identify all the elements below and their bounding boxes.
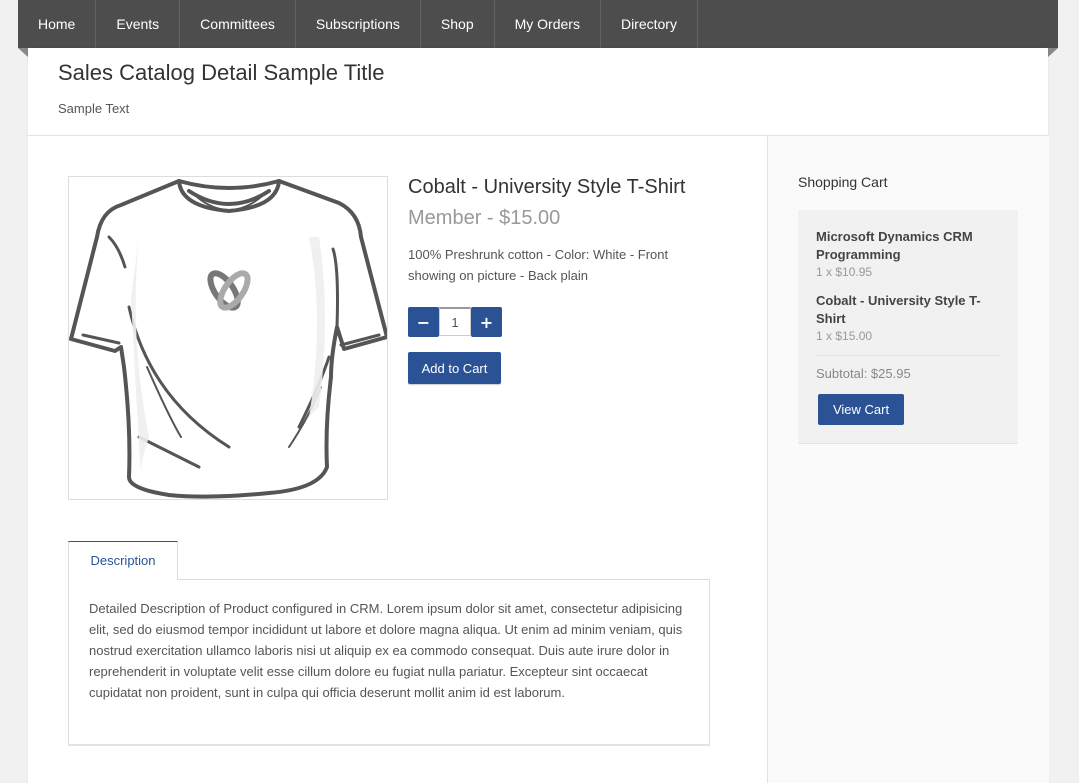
cart-title: Shopping Cart (798, 174, 888, 190)
quantity-stepper: − + (408, 307, 502, 337)
add-to-cart-button[interactable]: Add to Cart (408, 352, 501, 384)
product-name: Cobalt - University Style T-Shirt (408, 176, 686, 198)
cart-item-qty-price: 1 x $15.00 (816, 329, 873, 343)
description-panel: Detailed Description of Product configur… (68, 579, 710, 746)
product-tabs: Description Detailed Description of Prod… (68, 540, 710, 746)
cart-divider (816, 355, 1000, 356)
product-price: Member - $15.00 (408, 207, 561, 229)
page-container: Sales Catalog Detail Sample Title Sample… (28, 48, 1049, 783)
cart-item: Cobalt - University Style T-Shirt 1 x $1… (816, 292, 996, 345)
t-shirt-icon (69, 179, 389, 499)
description-text: Detailed Description of Product configur… (89, 601, 683, 700)
cart-item-qty-price: 1 x $10.95 (816, 265, 873, 279)
ribbon-fold-right (1048, 48, 1058, 57)
cart-item-name[interactable]: Cobalt - University Style T-Shirt (816, 292, 996, 328)
page-title: Sales Catalog Detail Sample Title (58, 60, 385, 85)
nav-item-shop[interactable]: Shop (421, 0, 495, 48)
nav-item-committees[interactable]: Committees (180, 0, 296, 48)
decrement-button[interactable]: − (408, 307, 439, 337)
cart-item: Microsoft Dynamics CRM Programming 1 x $… (816, 228, 996, 281)
nav-item-events[interactable]: Events (96, 0, 181, 48)
quantity-input[interactable] (439, 307, 471, 336)
tab-description[interactable]: Description (68, 541, 178, 580)
nav-item-my-orders[interactable]: My Orders (495, 0, 601, 48)
nav-item-directory[interactable]: Directory (601, 0, 698, 48)
cart-item-name[interactable]: Microsoft Dynamics CRM Programming (816, 228, 996, 264)
product-detail: Cobalt - University Style T-Shirt Member… (28, 136, 767, 783)
shopping-cart-sidebar: Shopping Cart Microsoft Dynamics CRM Pro… (767, 136, 1049, 783)
ribbon-fold-left (18, 48, 28, 57)
page-subtitle: Sample Text (58, 101, 130, 116)
top-navigation: Home Events Committees Subscriptions Sho… (18, 0, 1058, 48)
view-cart-button[interactable]: View Cart (818, 394, 904, 425)
increment-button[interactable]: + (471, 307, 502, 337)
nav-item-subscriptions[interactable]: Subscriptions (296, 0, 421, 48)
nav-item-home[interactable]: Home (18, 0, 97, 48)
product-image (68, 176, 389, 500)
page-header: Sales Catalog Detail Sample Title Sample… (28, 48, 1048, 136)
product-short-description: 100% Preshrunk cotton - Color: White - F… (408, 247, 669, 283)
cart-subtotal: Subtotal: $25.95 (816, 366, 911, 381)
cart-summary: Microsoft Dynamics CRM Programming 1 x $… (798, 210, 1018, 444)
